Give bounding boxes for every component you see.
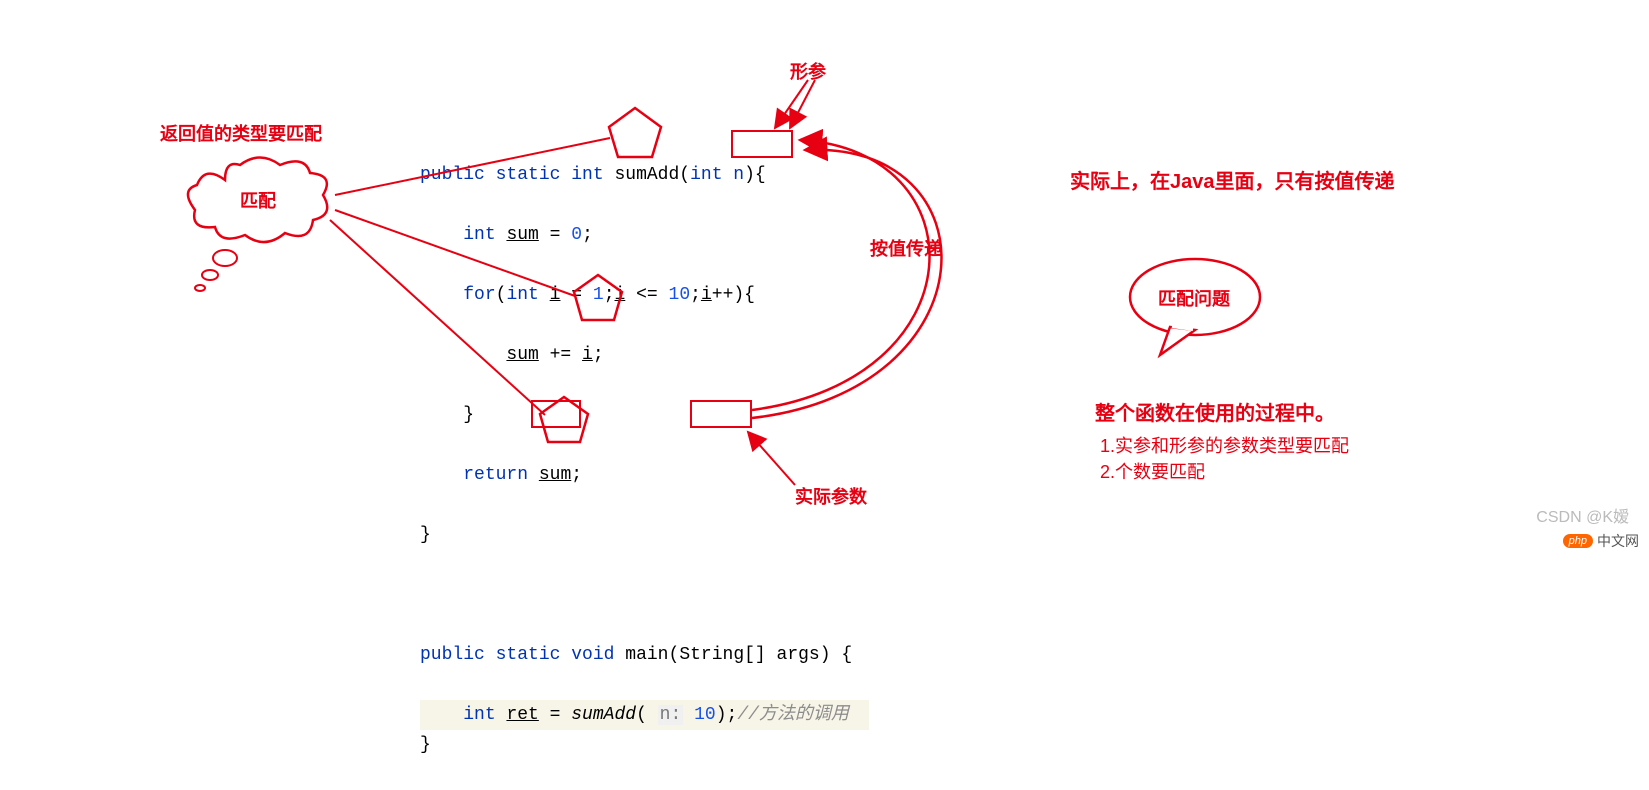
- csdn-watermark: CSDN @K嫒: [1536, 503, 1629, 527]
- rect-actual-arg: [690, 400, 752, 428]
- rect-formal-param: [731, 130, 793, 158]
- speech-match-problem: 匹配问题: [1120, 255, 1280, 370]
- cloud-match: 匹配: [185, 155, 345, 260]
- pentagon-int-return: [605, 105, 665, 161]
- label-actual-param: 实际参数: [795, 483, 867, 509]
- label-rule1: 1.实参和形参的参数类型要匹配: [1100, 432, 1349, 458]
- pentagon-sum-return: [570, 272, 626, 324]
- label-java-fact: 实际上，在Java里面，只有按值传递: [1070, 165, 1395, 194]
- site-watermark: php 中文网: [1563, 531, 1639, 551]
- label-formal-param: 形参: [790, 58, 826, 84]
- pentagon-ret: [536, 394, 592, 446]
- label-pass-by-value: 按值传递: [870, 235, 942, 261]
- code-block: public static int sumAdd(int n){ int sum…: [420, 130, 869, 790]
- label-usage: 整个函数在使用的过程中。: [1095, 397, 1335, 426]
- label-return-type-match: 返回值的类型要匹配: [160, 120, 322, 146]
- label-rule2: 2.个数要匹配: [1100, 458, 1205, 484]
